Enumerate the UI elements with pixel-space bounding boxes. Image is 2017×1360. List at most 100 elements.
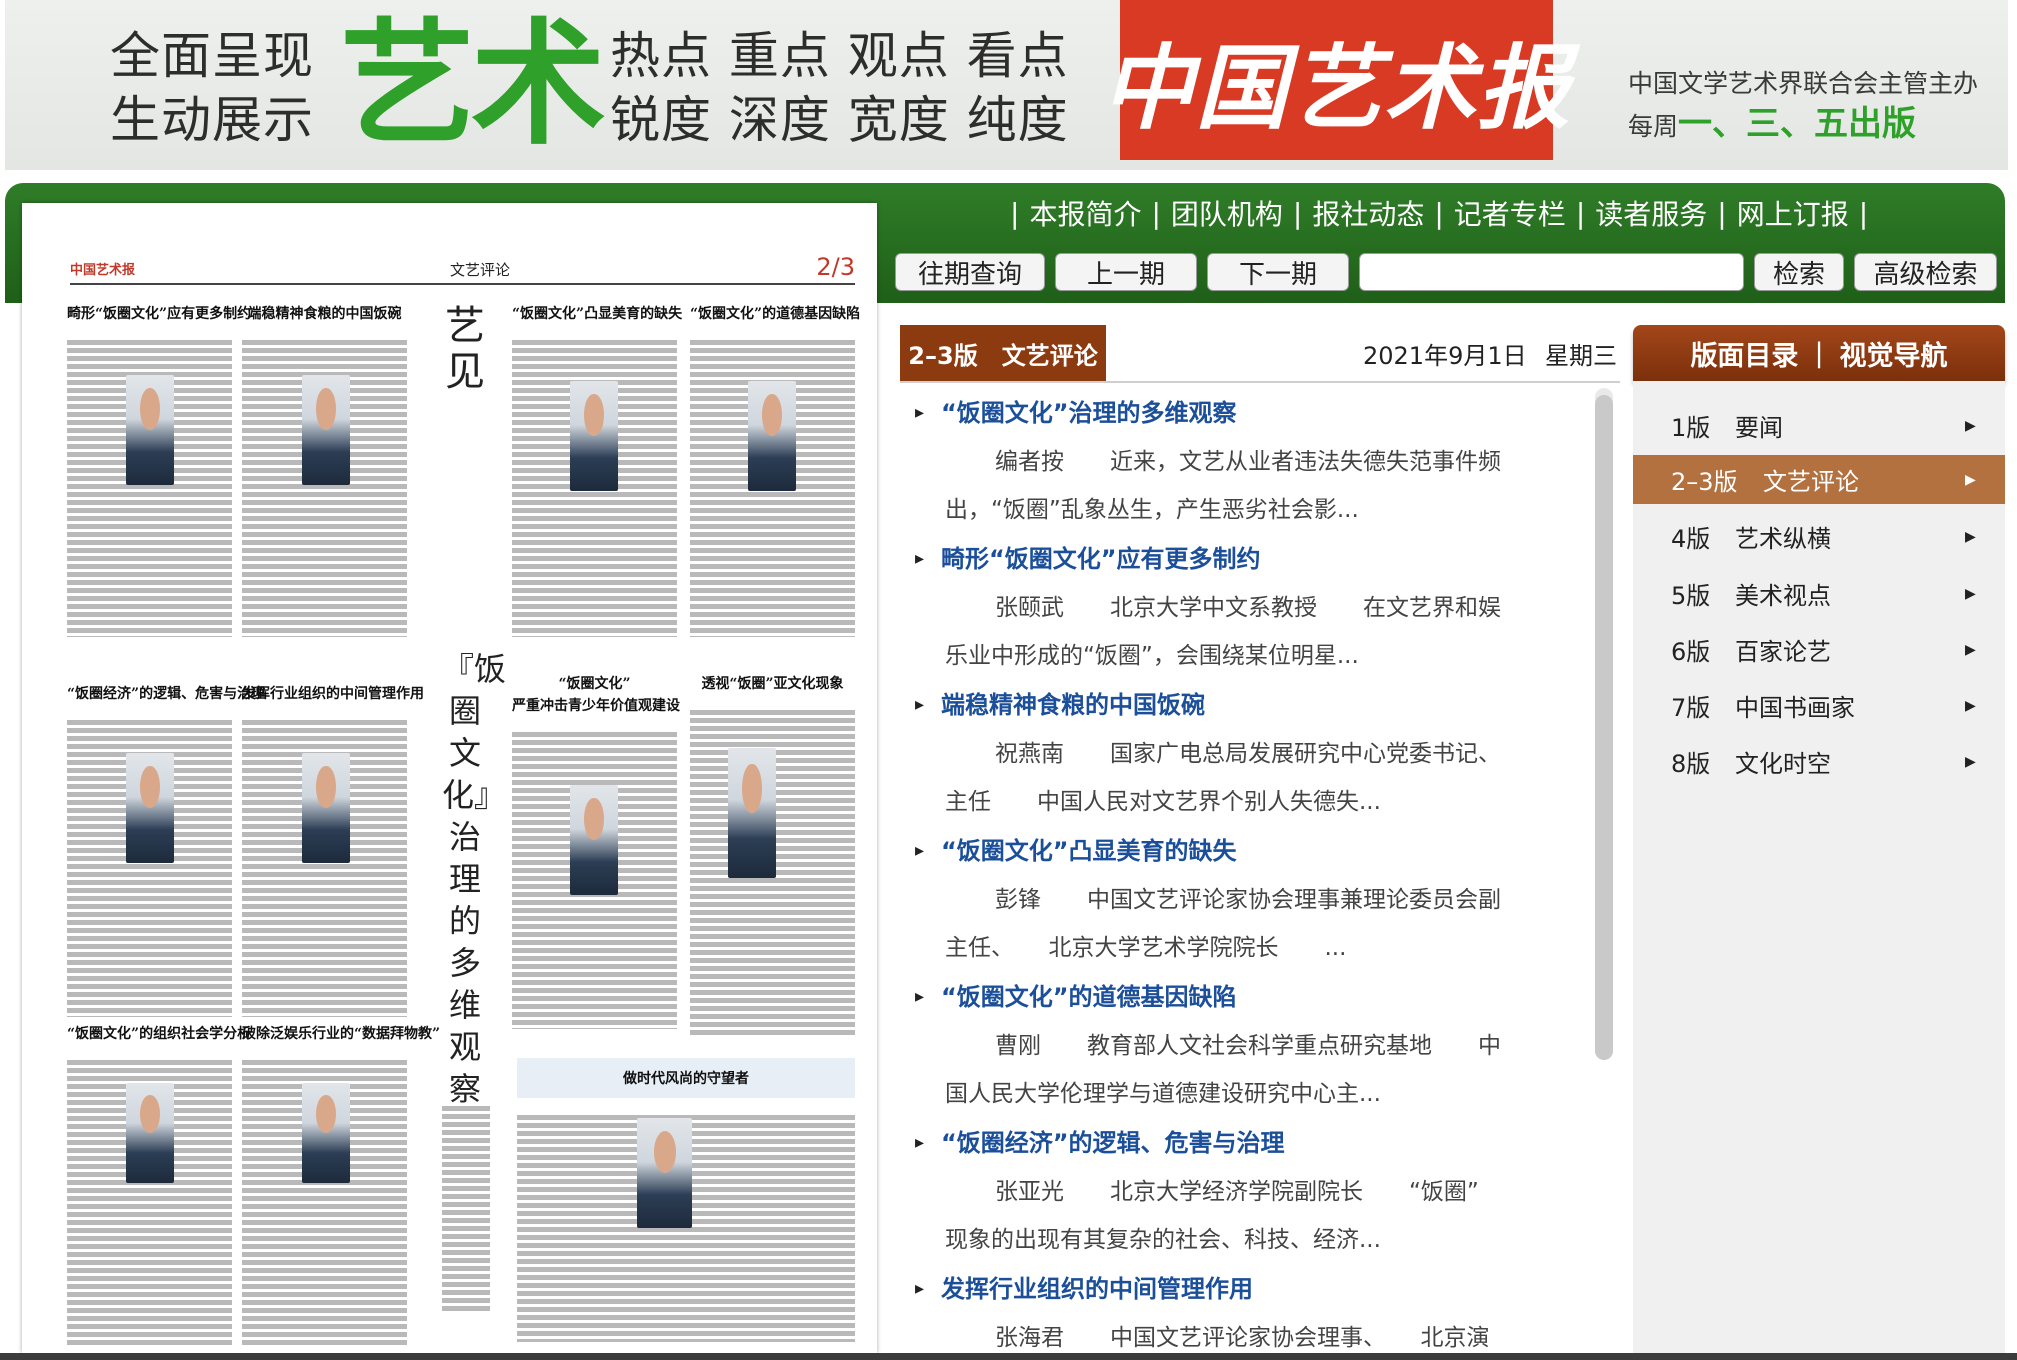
page-directory-item-5[interactable]: 5版 美术视点 ▶	[1633, 569, 2005, 618]
list-item: 畸形“饭圈文化”应有更多制约 张颐武 北京大学中文系教授 在文艺界和娱 乐业中形…	[905, 534, 1585, 680]
author-photo	[637, 1118, 692, 1228]
page-article-block[interactable]: “饭圈文化”的组织社会学分析	[67, 1023, 251, 1347]
article-summary-line: 彭锋 中国文艺评论家协会理事兼理论委员会副	[995, 887, 1501, 913]
nav-separator: |	[1434, 196, 1444, 230]
list-item: “饭圈文化”的道德基因缺陷 曹刚 教育部人文社会科学重点研究基地 中 国人民大学…	[905, 972, 1585, 1118]
tab-visual-navigation[interactable]: 视觉导航	[1840, 334, 1948, 373]
page-article-heading: 端稳精神食粮的中国饭碗	[247, 306, 402, 322]
nav-link-news[interactable]: 报社动态	[1312, 193, 1424, 233]
publisher-line: 中国文学艺术界联合会主管主办	[1628, 69, 1979, 98]
page-article-heading: “饭圈经济”的逻辑、危害与治理	[67, 686, 266, 702]
list-item: “饭圈文化”凸显美育的缺失 彭锋 中国文艺评论家协会理事兼理论委员会副 主任、 …	[905, 826, 1585, 972]
page-directory-name: 文化时空	[1735, 750, 1831, 778]
article-summary-line: 乐业中形成的“饭圈”，会围绕某位明星...	[945, 643, 1359, 669]
page-header-strip: 中国艺术报 文艺评论 2/3	[70, 253, 855, 285]
page-article-heading: 严重冲击青少年价值观建设	[512, 698, 680, 714]
page-number: 2/3	[816, 253, 855, 281]
page-directory-number: 7版	[1671, 694, 1711, 722]
article-title-link[interactable]: “饭圈文化”凸显美育的缺失	[905, 826, 1585, 876]
page-article-heading: 破除泛娱乐行业的“数据拜物教”	[242, 1026, 441, 1042]
issue-date: 2021年9月1日	[1363, 342, 1527, 370]
arrow-right-icon: ▶	[1965, 417, 1976, 434]
advanced-search-button[interactable]: 高级检索	[1854, 253, 1997, 291]
page-article-heading: “饭圈文化”的道德基因缺陷	[690, 306, 861, 322]
article-summary-line: 现象的出现有其复杂的社会、科技、经济...	[945, 1227, 1381, 1253]
arrow-right-icon: ▶	[1965, 697, 1976, 714]
arrow-right-icon: ▶	[1965, 585, 1976, 602]
arrow-right-icon: ▶	[1965, 753, 1976, 770]
article-title-link[interactable]: 畸形“饭圈文化”应有更多制约	[905, 534, 1585, 584]
author-photo	[302, 753, 350, 863]
art-wordmark: 艺术	[340, 6, 606, 163]
slogan-left-line-2: 生动展示	[110, 91, 314, 149]
newspaper-page-image[interactable]: 中国艺术报 文艺评论 2/3 畸形“饭圈文化”应有更多制约 端稳精神食粮的中国饭…	[22, 203, 877, 1353]
arrow-right-icon: ▶	[1965, 641, 1976, 658]
page-article-block[interactable]: 破除泛娱乐行业的“数据拜物教”	[242, 1023, 441, 1347]
past-issues-button[interactable]: 往期查询	[895, 253, 1045, 291]
article-title-link[interactable]: 发挥行业组织的中间管理作用	[905, 1264, 1585, 1314]
list-item: “饭圈文化”治理的多维观察 编者按 近来，文艺从业者违法失德失范事件频 出，“饭…	[905, 388, 1585, 534]
prev-issue-button[interactable]: 上一期	[1055, 253, 1197, 291]
slogan-left: 全面呈现 生动展示	[110, 24, 314, 152]
issue-weekday: 星期三	[1545, 342, 1617, 370]
article-list-scrollbar-thumb[interactable]	[1595, 395, 1613, 1060]
nav-link-subscribe[interactable]: 网上订报	[1737, 193, 1849, 233]
page-directory-name: 要闻	[1735, 414, 1783, 442]
page-article-text	[442, 1103, 490, 1313]
slogan-right-line-2: 锐度 深度 宽度 纯度	[610, 91, 1069, 149]
slogan-right-line-1: 热点 重点 观点 看点	[610, 27, 1069, 85]
article-summary-line: 祝燕南 国家广电总局发展研究中心党委书记、	[995, 741, 1501, 767]
slogan-left-line-1: 全面呈现	[110, 27, 314, 85]
author-photo	[302, 1083, 350, 1183]
article-summary-line: 国人民大学伦理学与道德建设研究中心主...	[945, 1081, 1381, 1107]
article-summary-line: 主任 中国人民对文艺界个别人失德失...	[945, 789, 1381, 815]
article-title-link[interactable]: “饭圈文化”治理的多维观察	[905, 388, 1585, 438]
page-directory-item-8[interactable]: 8版 文化时空 ▶	[1633, 737, 2005, 786]
page-article-heading: 做时代风尚的守望者	[517, 1058, 855, 1098]
page-article-heading: “饭圈文化”	[558, 676, 631, 692]
logo-text: 中国艺术报	[1101, 33, 1572, 142]
page-directory-number: 5版	[1671, 582, 1711, 610]
column-label: 艺见	[440, 303, 490, 543]
nav-separator: |	[1717, 196, 1727, 230]
article-summary-line: 编者按 近来，文艺从业者违法失德失范事件频	[995, 449, 1501, 475]
nav-separator: |	[1010, 196, 1020, 230]
article-summary-line: 出，“饭圈”乱象丛生，产生恶劣社会影...	[945, 497, 1359, 523]
search-button[interactable]: 检索	[1754, 253, 1844, 291]
page-directory-item-6[interactable]: 6版 百家论艺 ▶	[1633, 625, 2005, 674]
list-item: 端稳精神食粮的中国饭碗 祝燕南 国家广电总局发展研究中心党委书记、 主任 中国人…	[905, 680, 1585, 826]
page-directory-item-1[interactable]: 1版 要闻 ▶	[1633, 401, 2005, 450]
masthead-banner: 全面呈现 生动展示 艺术 热点 重点 观点 看点 锐度 深度 宽度 纯度 中国艺…	[5, 0, 2008, 170]
window-bottom-edge	[0, 1353, 2017, 1360]
nav-link-about[interactable]: 本报简介	[1029, 193, 1141, 233]
author-photo	[728, 748, 776, 878]
article-list: “饭圈文化”治理的多维观察 编者按 近来，文艺从业者违法失德失范事件频 出，“饭…	[905, 388, 1585, 1360]
page-directory-item-7[interactable]: 7版 中国书画家 ▶	[1633, 681, 2005, 730]
nav-link-reader-service[interactable]: 读者服务	[1595, 193, 1707, 233]
search-input[interactable]	[1359, 253, 1744, 291]
author-photo	[570, 785, 618, 895]
nav-separator: |	[1292, 196, 1303, 230]
newspaper-logo[interactable]: 中国艺术报	[1102, 0, 1570, 160]
article-title-link[interactable]: “饭圈文化”的道德基因缺陷	[905, 972, 1585, 1022]
page-directory-item-2-3[interactable]: 2–3版 文艺评论 ▶	[1633, 455, 2005, 504]
tab-page-directory[interactable]: 版面目录	[1690, 334, 1798, 373]
schedule-prefix: 每周	[1628, 112, 1679, 141]
page-masthead: 中国艺术报	[70, 263, 136, 278]
list-item: 发挥行业组织的中间管理作用 张海君 中国文艺评论家协会理事、 北京演	[905, 1264, 1585, 1360]
author-photo	[126, 1083, 174, 1183]
author-photo	[748, 381, 796, 491]
nav-separator: |	[1151, 196, 1161, 230]
page-directory-name: 中国书画家	[1735, 694, 1855, 722]
article-title-link[interactable]: “饭圈经济”的逻辑、危害与治理	[905, 1118, 1585, 1168]
page-directory-item-4[interactable]: 4版 艺术纵横 ▶	[1633, 512, 2005, 561]
column-label-text: 艺见	[445, 303, 485, 395]
page-directory-number: 8版	[1671, 750, 1711, 778]
next-issue-button[interactable]: 下一期	[1207, 253, 1349, 291]
article-title-link[interactable]: 端稳精神食粮的中国饭碗	[905, 680, 1585, 730]
author-photo	[126, 753, 174, 863]
directory-header: 版面目录 | 视觉导航	[1633, 325, 2005, 381]
nav-link-columns[interactable]: 记者专栏	[1454, 193, 1566, 233]
arrow-right-icon: ▶	[1965, 528, 1976, 545]
nav-link-team[interactable]: 团队机构	[1171, 193, 1283, 233]
